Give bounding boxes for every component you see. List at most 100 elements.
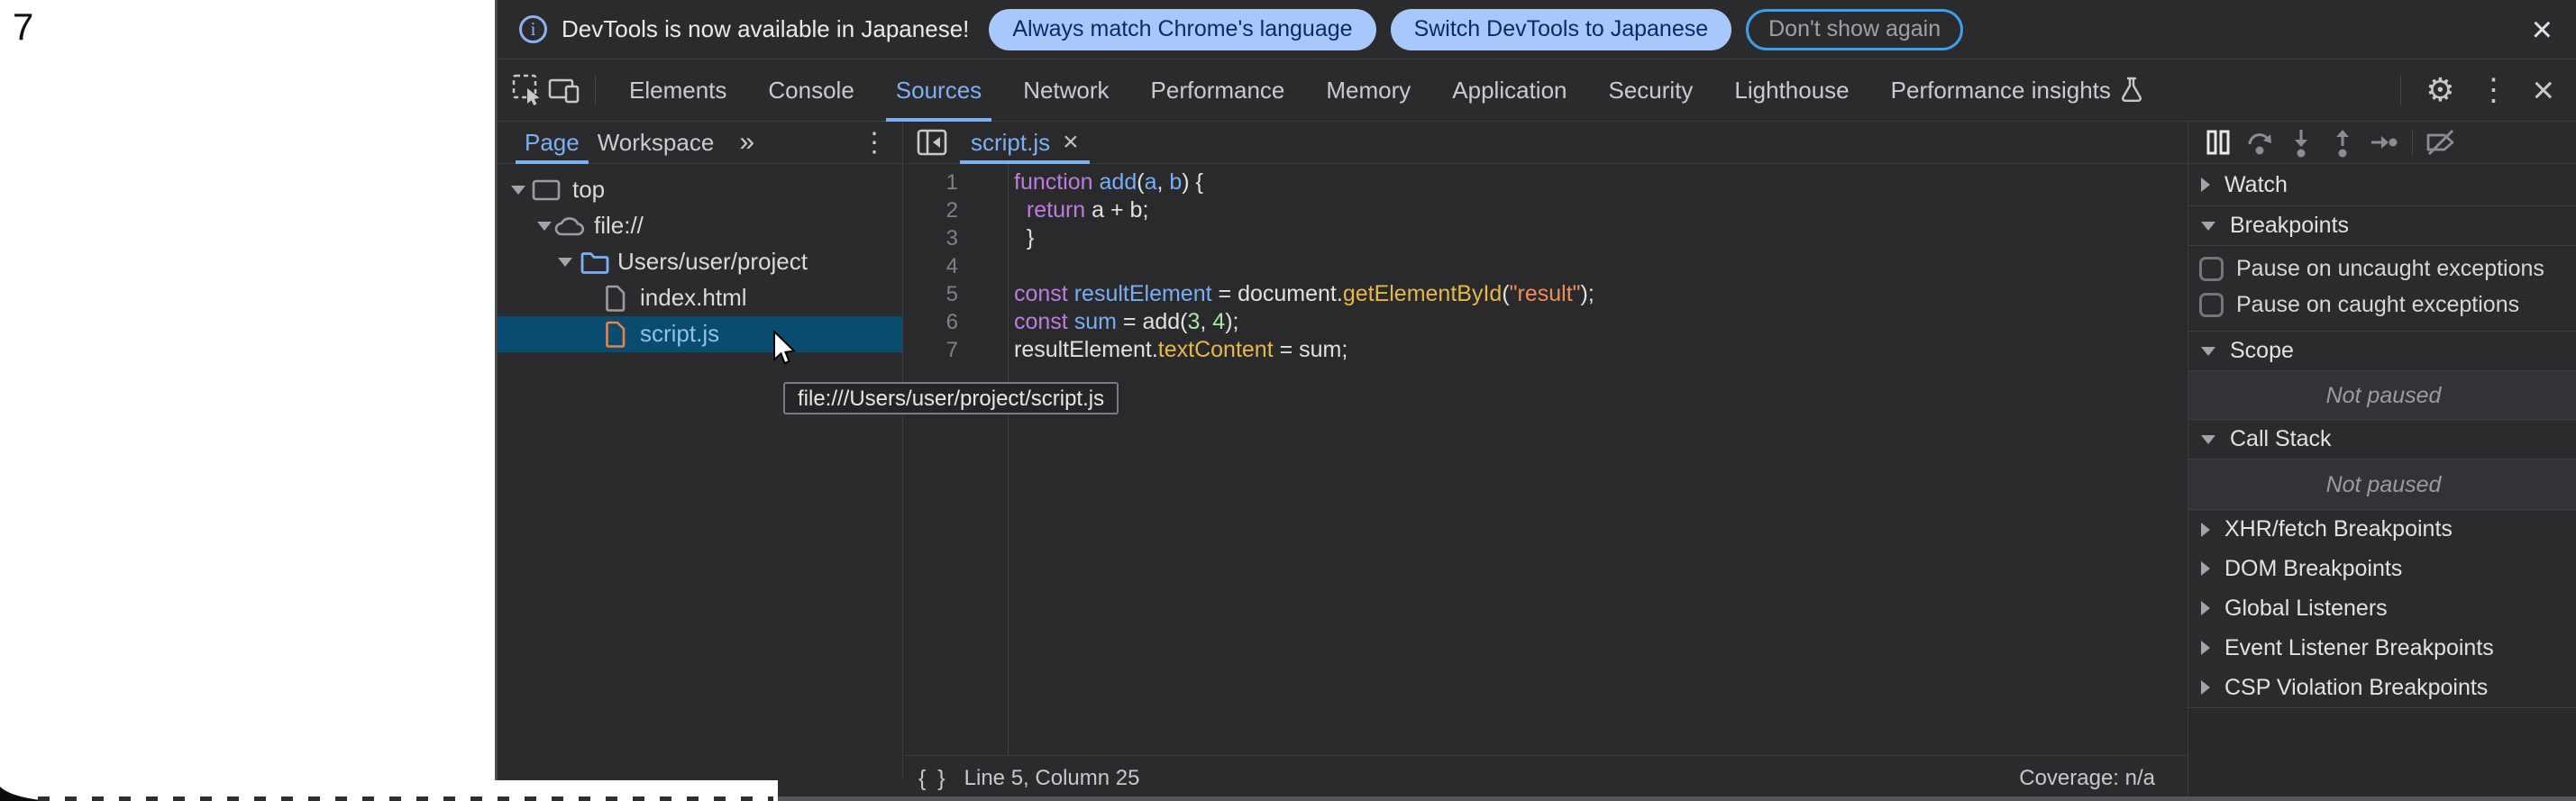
navigator-pane: Page Workspace » ⋮ top [498,122,903,780]
code-token: textContent [1158,337,1274,362]
code-token: resultElement [1074,281,1212,306]
line-number[interactable]: 3 [904,224,958,252]
navigator-menu-kebab-icon[interactable]: ⋮ [861,127,888,159]
code-token: ( [1137,169,1144,195]
notification-bar: i DevTools is now available in Japanese!… [498,0,2576,59]
code-token [1093,169,1100,195]
tab-application[interactable]: Application [1431,59,1587,122]
tab-performance-insights[interactable]: Performance insights [1870,59,2164,122]
code-token: = document. [1212,281,1343,306]
tree-item-project-folder[interactable]: Users/user/project [498,244,902,280]
section-csp-violation-breakpoints[interactable]: CSP Violation Breakpoints [2188,668,2576,707]
code-token: } [1014,225,1034,250]
tab-memory[interactable]: Memory [1305,59,1431,122]
line-number[interactable]: 5 [904,280,958,308]
navigator-tab-page[interactable]: Page [516,122,589,164]
section-global-listeners[interactable]: Global Listeners [2188,588,2576,628]
hide-navigator-icon[interactable] [917,128,947,157]
code-line: 7 resultElement.textContent = sum; [904,336,2188,364]
code-token: ); [1581,281,1594,306]
tab-console[interactable]: Console [747,59,874,122]
notification-message: DevTools is now available in Japanese! [562,15,969,43]
tab-close-icon[interactable]: × [1063,129,1079,156]
code-token: resultElement. [1014,337,1158,362]
code-token: = sum; [1274,337,1348,362]
section-call-stack[interactable]: Call Stack [2188,419,2576,459]
tree-item-top[interactable]: top [498,172,902,208]
code-line: 6const sum = add(3, 4); [904,308,2188,336]
device-toolbar-icon[interactable] [546,72,582,108]
line-number[interactable]: 7 [904,336,958,364]
section-event-listener-breakpoints[interactable]: Event Listener Breakpoints [2188,628,2576,668]
tab-lighthouse[interactable]: Lighthouse [1713,59,1869,122]
navigator-tab-workspace[interactable]: Workspace [589,122,724,164]
expanded-arrow-icon [2201,347,2215,356]
section-xhr-breakpoints[interactable]: XHR/fetch Breakpoints [2188,509,2576,549]
editor-tab-script-js[interactable]: script.js × [960,122,1090,164]
page-content-number: 7 [13,5,33,49]
step-button[interactable] [2363,124,2405,160]
pause-script-button[interactable] [2197,124,2239,160]
section-watch[interactable]: Watch [2188,164,2576,205]
pretty-print-icon[interactable]: { } [918,766,948,792]
tab-performance[interactable]: Performance [1130,59,1306,122]
expand-arrow-icon[interactable] [511,186,525,195]
code-token: a + b; [1085,197,1148,223]
notification-close-icon[interactable]: × [2532,12,2553,48]
step-into-button[interactable] [2280,124,2322,160]
dont-show-again-button[interactable]: Don't show again [1746,9,1963,50]
pause-caught-exceptions-row[interactable]: Pause on caught exceptions [2188,287,2576,323]
devtools-close-icon[interactable]: × [2532,71,2554,109]
expand-arrow-icon[interactable] [558,258,572,267]
callstack-not-paused-placeholder: Not paused [2188,459,2576,509]
code-token: , [1200,309,1212,334]
code-token: add [1100,169,1137,195]
step-out-button[interactable] [2322,124,2363,160]
js-file-icon [605,321,626,348]
line-number[interactable]: 2 [904,196,958,224]
code-token [1068,309,1074,334]
line-number[interactable]: 4 [904,252,958,280]
code-token [1014,197,1027,223]
mouse-cursor [773,331,797,367]
expand-arrow-icon[interactable] [537,222,552,231]
checkbox-unchecked[interactable] [2199,257,2224,281]
collapsed-arrow-icon [2201,601,2210,615]
inspect-element-icon[interactable] [510,72,546,108]
section-breakpoints[interactable]: Breakpoints [2188,205,2576,245]
tree-item-script-js[interactable]: script.js [498,316,902,352]
tab-security[interactable]: Security [1588,59,1714,122]
always-match-language-button[interactable]: Always match Chrome's language [989,9,1375,50]
editor-toolbar: script.js × [904,122,2188,164]
tree-item-file-protocol[interactable]: file:// [498,208,902,244]
settings-gear-icon[interactable]: ⚙ [2425,74,2454,106]
code-line: 1function add(a, b) { [904,168,2188,196]
code-token: 4 [1212,309,1225,334]
tree-item-index-html[interactable]: index.html [498,280,902,316]
line-number[interactable]: 6 [904,308,958,336]
tab-elements[interactable]: Elements [608,59,747,122]
step-over-button[interactable] [2239,124,2280,160]
frame-icon [532,177,561,203]
code-token: = add( [1117,309,1188,334]
tab-network[interactable]: Network [1002,59,1129,122]
scope-not-paused-placeholder: Not paused [2188,370,2576,419]
code-token: function [1014,169,1093,195]
tab-sources[interactable]: Sources [875,59,1002,122]
code-token: return [1027,197,1085,223]
editor-pane: script.js × 1function add(a, b) { 2 retu… [904,122,2188,801]
collapsed-arrow-icon [2201,641,2210,655]
more-options-kebab-icon[interactable]: ⋮ [2478,75,2508,105]
deactivate-breakpoints-button[interactable] [2420,124,2462,160]
line-number[interactable]: 1 [904,168,958,196]
more-tabs-chevrons-icon[interactable]: » [739,127,754,158]
devtools-tabbar: Elements Console Sources Network Perform… [498,59,2576,122]
switch-to-japanese-button[interactable]: Switch DevTools to Japanese [1391,9,1732,50]
section-scope[interactable]: Scope [2188,331,2576,370]
devtools-window: i DevTools is now available in Japanese!… [495,0,2576,801]
pause-uncaught-exceptions-row[interactable]: Pause on uncaught exceptions [2188,250,2576,287]
section-dom-breakpoints[interactable]: DOM Breakpoints [2188,549,2576,588]
checkbox-unchecked[interactable] [2199,293,2224,317]
flask-icon [2120,77,2143,104]
code-editor[interactable]: 1function add(a, b) { 2 return a + b; 3 … [904,164,2188,755]
